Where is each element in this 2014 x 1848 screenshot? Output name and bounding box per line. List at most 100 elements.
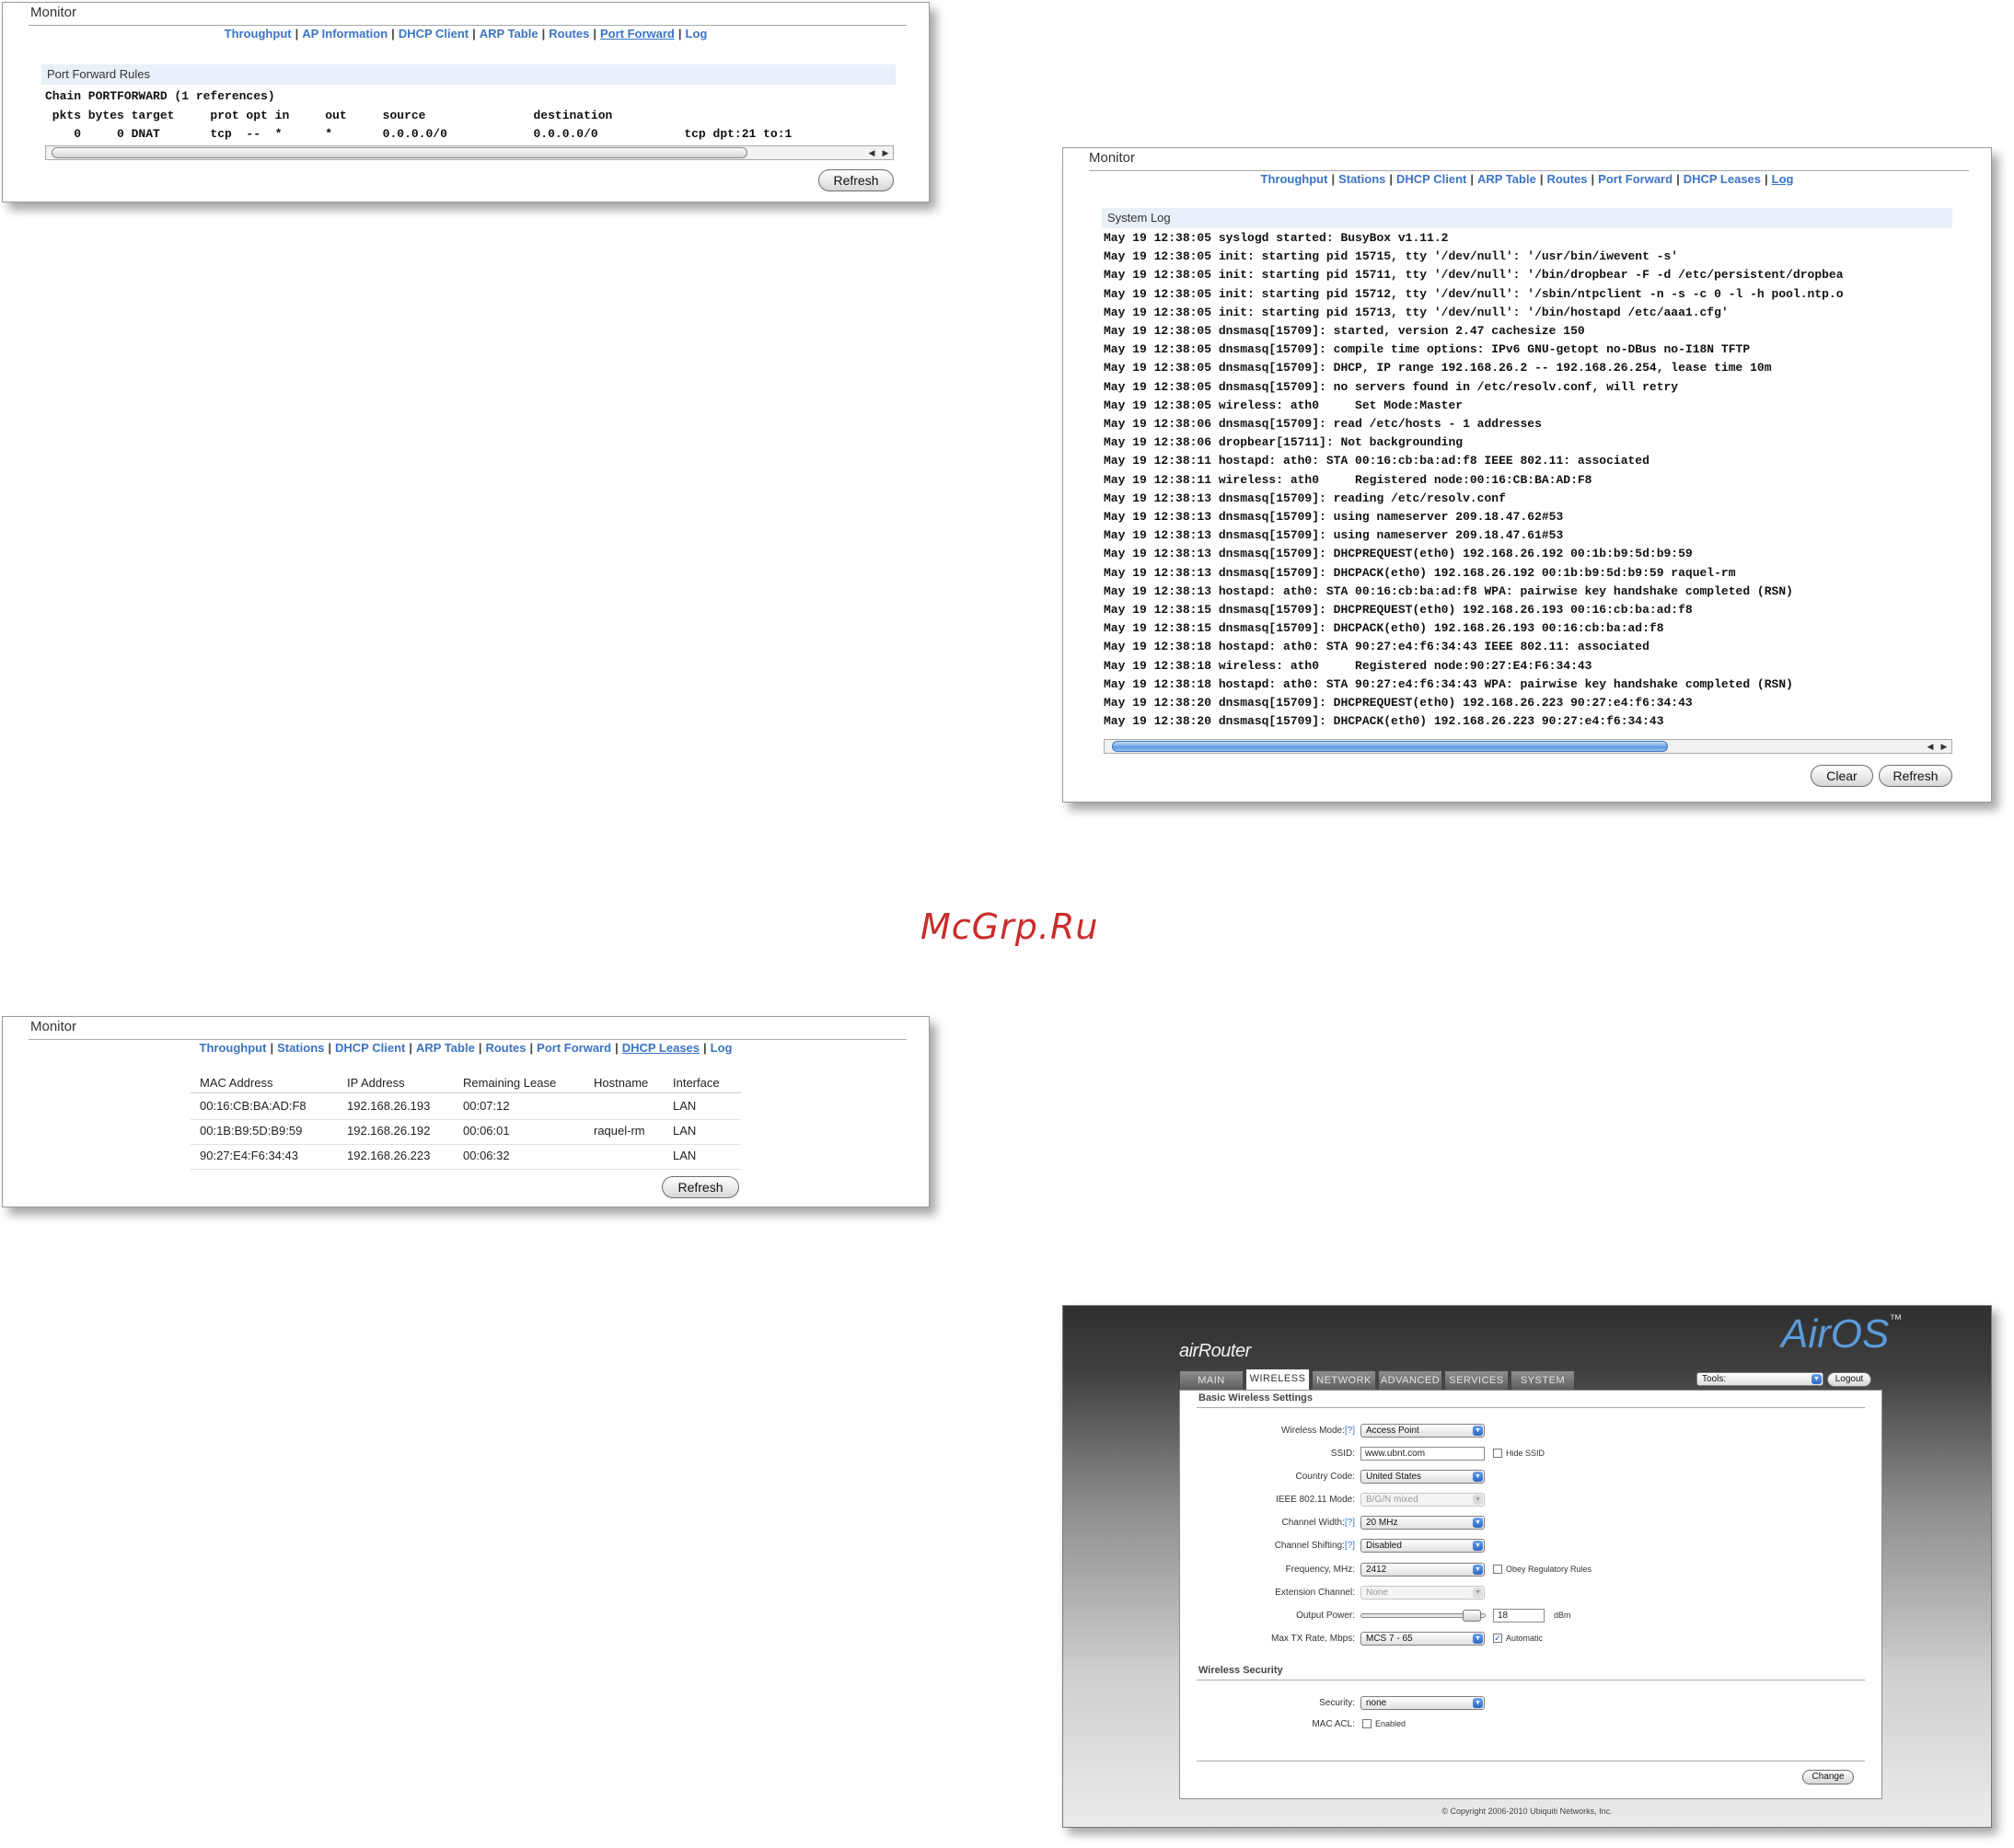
column-header-mac-address: MAC Address xyxy=(200,1076,273,1090)
log-line: May 19 12:38:11 hostapd: ath0: STA 00:16… xyxy=(1104,454,1649,468)
nav-link-dhcp-client[interactable]: DHCP Client xyxy=(399,27,469,40)
port-forward-panel: Monitor Throughput | AP Information | DHCP C… xyxy=(2,2,930,202)
ssid-label: SSID: xyxy=(1330,1449,1355,1459)
scroll-right-icon[interactable]: ▶ xyxy=(1938,741,1950,752)
nav-separator: | xyxy=(328,1041,332,1055)
nav-separator: | xyxy=(593,27,596,40)
output-power-input[interactable]: 18 xyxy=(1493,1609,1545,1623)
table-row: 00:16:CB:BA:AD:F8 192.168.26.193 00:07:12 L… xyxy=(191,1096,741,1120)
log-line: May 19 12:38:13 dnsmasq[15709]: using na… xyxy=(1104,510,1564,524)
nav-link-dhcp-client[interactable]: DHCP Client xyxy=(1396,172,1466,186)
nav-separator: | xyxy=(391,27,395,40)
airos-wireless-panel: airRouter AirOS™ MAIN WIRELESS NETWORK ADVA… xyxy=(1062,1305,1992,1828)
obey-regulatory-checkbox[interactable] xyxy=(1493,1565,1502,1574)
horizontal-scrollbar[interactable]: ◀ ▶ xyxy=(45,145,894,160)
nav-link-dhcp-client[interactable]: DHCP Client xyxy=(335,1041,405,1055)
refresh-button[interactable]: Refresh xyxy=(818,169,894,191)
hide-ssid-checkbox[interactable] xyxy=(1493,1449,1502,1458)
ieee-mode-select: B/G/N mixed ▼ xyxy=(1360,1493,1485,1507)
security-select[interactable]: none ▼ xyxy=(1360,1696,1485,1710)
automatic-checkbox[interactable]: ✓ xyxy=(1493,1634,1502,1643)
log-text-area[interactable]: May 19 12:38:05 syslogd started: BusyBox… xyxy=(1104,231,1952,733)
output-power-slider[interactable] xyxy=(1360,1610,1486,1622)
refresh-button[interactable]: Refresh xyxy=(662,1176,739,1198)
nav-link-throughput[interactable]: Throughput xyxy=(225,27,292,40)
tab-main[interactable]: MAIN xyxy=(1179,1370,1244,1390)
panel-title: Monitor xyxy=(30,1019,77,1034)
nav-link-port-forward[interactable]: Port Forward xyxy=(1598,172,1673,186)
scroll-left-icon[interactable]: ◀ xyxy=(865,147,878,158)
scroll-right-icon[interactable]: ▶ xyxy=(879,147,892,158)
log-line: May 19 12:38:18 wireless: ath0 Registere… xyxy=(1104,658,1592,673)
column-header-ip-address: IP Address xyxy=(347,1076,405,1090)
log-line: May 19 12:38:20 dnsmasq[15709]: DHCPACK(… xyxy=(1104,714,1664,729)
tab-advanced[interactable]: ADVANCED xyxy=(1378,1370,1442,1390)
tab-system[interactable]: SYSTEM xyxy=(1510,1370,1575,1390)
slider-handle[interactable] xyxy=(1463,1610,1481,1622)
product-name: airRouter xyxy=(1179,1341,1251,1361)
log-line: May 19 12:38:05 dnsmasq[15709]: started,… xyxy=(1104,324,1585,338)
table-cell: 192.168.26.192 xyxy=(347,1124,431,1138)
frequency-select[interactable]: 2412 ▼ xyxy=(1360,1563,1485,1577)
help-link[interactable]: [?] xyxy=(1345,1541,1355,1551)
nav-link-stations[interactable]: Stations xyxy=(277,1041,324,1055)
nav-link-dhcp-leases[interactable]: DHCP Leases xyxy=(1684,172,1761,186)
nav-link-routes[interactable]: Routes xyxy=(549,27,589,40)
nav-link-arp-table[interactable]: ARP Table xyxy=(416,1041,475,1055)
nav-link-dhcp-leases[interactable]: DHCP Leases xyxy=(622,1041,700,1055)
nav-link-arp-table[interactable]: ARP Table xyxy=(1477,172,1536,186)
dhcp-leases-panel: Monitor Throughput | Stations | DHCP Client |… xyxy=(2,1016,930,1207)
help-link[interactable]: [?] xyxy=(1345,1518,1355,1528)
scroll-left-icon[interactable]: ◀ xyxy=(1924,741,1937,752)
channel-shifting-select[interactable]: Disabled ▼ xyxy=(1360,1539,1485,1553)
section-header: System Log xyxy=(1102,208,1952,228)
scrollbar-thumb[interactable] xyxy=(1112,741,1668,752)
tab-wireless[interactable]: WIRELESS xyxy=(1245,1369,1310,1391)
help-link[interactable]: [?] xyxy=(1345,1426,1355,1436)
nav-link-log[interactable]: Log xyxy=(686,27,708,40)
tab-services[interactable]: SERVICES xyxy=(1444,1370,1509,1390)
nav-link-arp-table[interactable]: ARP Table xyxy=(480,27,538,40)
change-button[interactable]: Change xyxy=(1802,1770,1854,1784)
nav-link-stations[interactable]: Stations xyxy=(1338,172,1385,186)
wireless-mode-label: Wireless Mode:[?] xyxy=(1280,1426,1355,1436)
tools-select[interactable]: Tools: ▼ xyxy=(1696,1372,1823,1386)
column-header-remaining-lease: Remaining Lease xyxy=(463,1076,557,1090)
horizontal-scrollbar[interactable]: ◀ ▶ xyxy=(1104,739,1952,754)
log-line: May 19 12:38:13 dnsmasq[15709]: DHCPREQU… xyxy=(1104,547,1693,561)
nav-link-throughput[interactable]: Throughput xyxy=(1261,172,1328,186)
nav-link-port-forward[interactable]: Port Forward xyxy=(537,1041,611,1055)
nav-separator: | xyxy=(703,1041,707,1055)
wireless-mode-select[interactable]: Access Point ▼ xyxy=(1360,1424,1485,1438)
nav-separator: | xyxy=(1470,172,1474,186)
nav-link-routes[interactable]: Routes xyxy=(1546,172,1587,186)
mac-acl-enabled-label: Enabled xyxy=(1375,1719,1406,1728)
log-line: May 19 12:38:11 wireless: ath0 Registere… xyxy=(1104,472,1592,487)
log-line: May 19 12:38:05 init: starting pid 15711… xyxy=(1104,268,1844,283)
nav-link-log[interactable]: Log xyxy=(1772,172,1794,186)
title-divider xyxy=(1089,170,1969,171)
ssid-input[interactable]: www.ubnt.com xyxy=(1360,1447,1485,1461)
tab-network[interactable]: NETWORK xyxy=(1312,1370,1376,1390)
panel-title: Monitor xyxy=(30,5,77,20)
refresh-button[interactable]: Refresh xyxy=(1879,765,1952,787)
logout-button[interactable]: Logout xyxy=(1827,1372,1871,1387)
nav-link-log[interactable]: Log xyxy=(711,1041,733,1055)
chevron-down-icon: ▼ xyxy=(1473,1565,1483,1575)
nav-separator: | xyxy=(541,27,546,40)
security-label: Security: xyxy=(1319,1698,1355,1708)
nav-link-throughput[interactable]: Throughput xyxy=(200,1041,267,1055)
extension-channel-select: None ▼ xyxy=(1360,1586,1485,1600)
nav-link-port-forward[interactable]: Port Forward xyxy=(600,27,675,40)
max-tx-rate-select[interactable]: MCS 7 - 65 ▼ xyxy=(1360,1632,1485,1646)
nav-link-routes[interactable]: Routes xyxy=(485,1041,526,1055)
mac-acl-checkbox[interactable] xyxy=(1362,1719,1372,1728)
basic-wireless-title: Basic Wireless Settings xyxy=(1198,1392,1314,1403)
clear-button[interactable]: Clear xyxy=(1811,765,1873,787)
country-code-select[interactable]: United States ▼ xyxy=(1360,1470,1485,1484)
scrollbar-thumb[interactable] xyxy=(52,147,747,158)
table-cell: LAN xyxy=(673,1149,697,1162)
monitor-nav: Throughput | Stations | DHCP Client | ARP Tabl… xyxy=(3,1041,929,1055)
nav-link-ap-information[interactable]: AP Information xyxy=(302,27,388,40)
channel-width-select[interactable]: 20 MHz ▼ xyxy=(1360,1516,1485,1530)
